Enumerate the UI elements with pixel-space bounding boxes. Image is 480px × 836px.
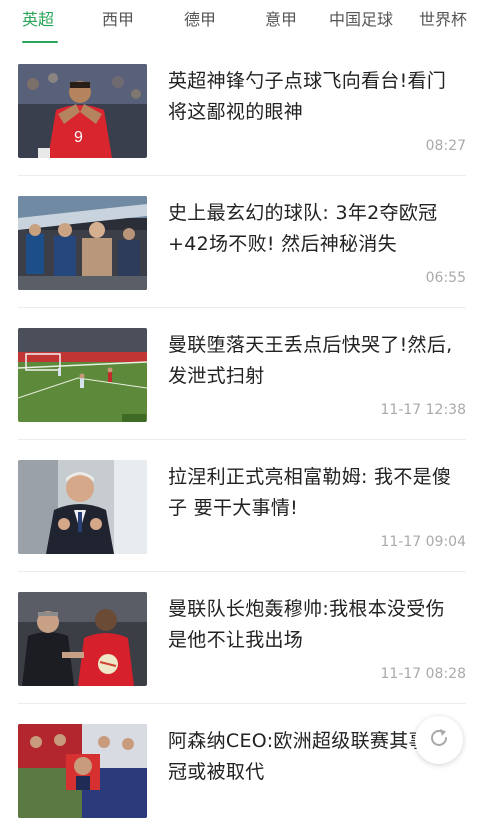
- news-time: 08:27: [425, 138, 466, 154]
- category-tab-bar: 英超 西甲 德甲 意甲 中国足球 世界杯: [0, 0, 480, 44]
- news-title: 英超神锋勺子点球飞向看台!看门将这鄙视的眼神: [168, 70, 447, 123]
- news-item[interactable]: 拉涅利正式亮相富勒姆: 我不是傻子 要干大事情! 11-17 09:04: [0, 440, 480, 572]
- news-item[interactable]: 曼联堕落天王丢点后快哭了!然后, 发泄式扫射 11-17 12:38: [0, 308, 480, 440]
- news-title: 曼联队长炮轰穆帅:我根本没受伤 是他不让我出场: [168, 598, 445, 651]
- tab-chinese-football[interactable]: 中国足球: [329, 8, 393, 32]
- news-thumbnail: [18, 592, 147, 686]
- news-title: 拉涅利正式亮相富勒姆: 我不是傻子 要干大事情!: [168, 466, 452, 519]
- news-thumbnail: 9: [18, 64, 147, 158]
- news-item[interactable]: 曼联队长炮轰穆帅:我根本没受伤 是他不让我出场 11-17 08:28: [0, 572, 480, 704]
- news-time: 11-17 09:04: [380, 534, 466, 550]
- tab-la-liga[interactable]: 西甲: [102, 8, 134, 32]
- news-thumbnail: [18, 460, 147, 554]
- tab-premier-league[interactable]: 英超: [22, 8, 54, 32]
- news-thumbnail: [18, 328, 147, 422]
- news-title: 史上最玄幻的球队: 3年2夺欧冠+42场不败! 然后神秘消失: [168, 202, 438, 255]
- active-tab-indicator: [22, 41, 58, 43]
- refresh-icon: [427, 726, 451, 754]
- news-title: 曼联堕落天王丢点后快哭了!然后, 发泄式扫射: [168, 334, 453, 387]
- news-time: 11-17 08:28: [380, 666, 466, 682]
- refresh-button[interactable]: [415, 716, 463, 764]
- tab-serie-a[interactable]: 意甲: [265, 8, 297, 32]
- news-thumbnail: [18, 724, 147, 818]
- svg-text:9: 9: [74, 129, 83, 146]
- news-time: 06:55: [425, 270, 466, 286]
- news-item[interactable]: 9 英超神锋勺子点球飞向看台!看门将这鄙视的眼神 08:27: [0, 44, 480, 176]
- tab-bundesliga[interactable]: 德甲: [184, 8, 216, 32]
- news-thumbnail: [18, 196, 147, 290]
- news-time: 11-17 12:38: [380, 402, 466, 418]
- news-item[interactable]: 阿森纳CEO:欧洲超级联赛其事 欧冠或被取代: [0, 704, 480, 836]
- news-item[interactable]: 史上最玄幻的球队: 3年2夺欧冠+42场不败! 然后神秘消失 06:55: [0, 176, 480, 308]
- tab-world-cup[interactable]: 世界杯: [419, 8, 467, 32]
